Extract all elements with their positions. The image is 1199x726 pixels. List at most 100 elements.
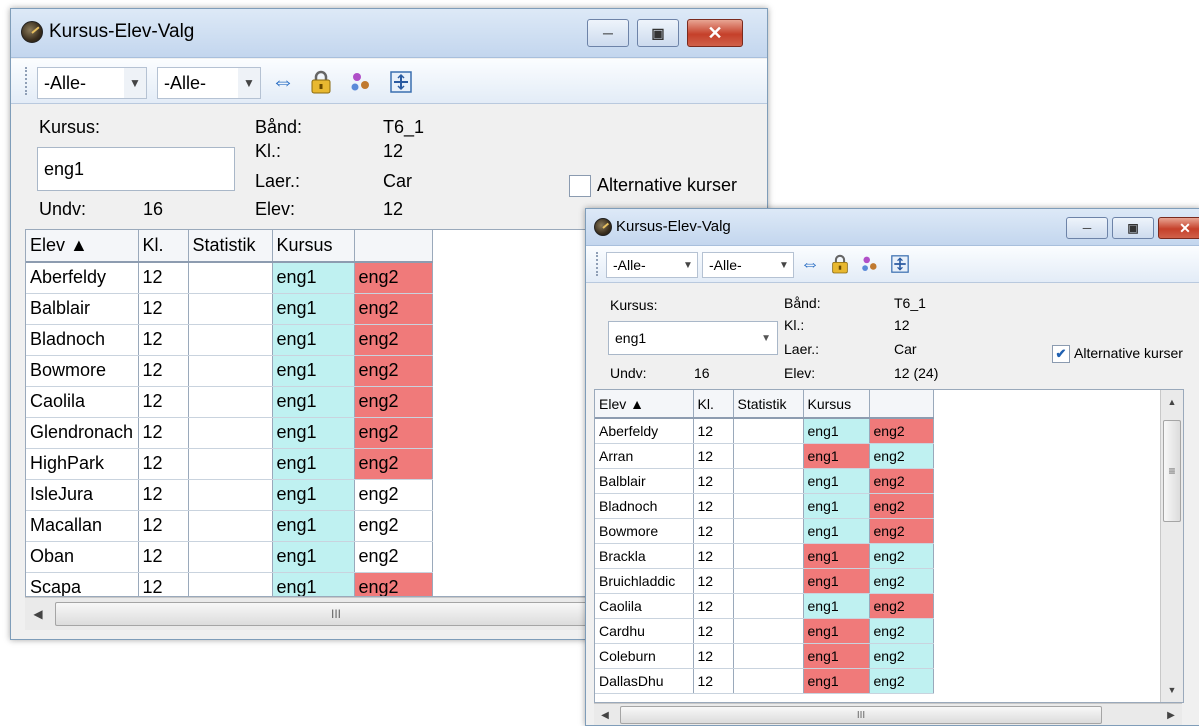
cell-kl[interactable]: 12: [693, 418, 734, 444]
cell-kl[interactable]: 12: [138, 572, 189, 596]
cell-elev[interactable]: Caolila: [26, 386, 139, 418]
cell-kursus[interactable]: eng1: [272, 417, 355, 449]
table-row[interactable]: Macallan 12 eng1 eng2: [26, 510, 433, 542]
table-row[interactable]: HighPark 12 eng1 eng2: [26, 448, 433, 480]
cell-kl[interactable]: 12: [138, 448, 189, 480]
cell-elev[interactable]: Bruichladdic: [595, 568, 694, 594]
table-row[interactable]: Oban 12 eng1 eng2: [26, 541, 433, 573]
cell-statistik[interactable]: [188, 262, 273, 294]
cell-kursus[interactable]: eng1: [272, 293, 355, 325]
table-row[interactable]: Brackla 12 eng1 eng2: [595, 543, 934, 569]
cell-alternative-kursus[interactable]: eng2: [869, 668, 934, 694]
cell-kursus[interactable]: eng1: [272, 355, 355, 387]
cell-elev[interactable]: Arran: [595, 443, 694, 469]
chevron-down-icon[interactable]: ▼: [124, 68, 146, 98]
column-header-alt[interactable]: [354, 230, 433, 263]
cell-elev[interactable]: Bladnoch: [26, 324, 139, 356]
cell-kursus[interactable]: eng1: [803, 618, 870, 644]
fit-grid-icon[interactable]: [387, 69, 415, 95]
cell-kl[interactable]: 12: [693, 468, 734, 494]
cell-statistik[interactable]: [733, 493, 804, 519]
table-row[interactable]: Bladnoch 12 eng1 eng2: [595, 493, 934, 519]
filter-combo-2[interactable]: -Alle- ▼: [157, 67, 261, 99]
cell-elev[interactable]: Balblair: [26, 293, 139, 325]
cell-alternative-kursus[interactable]: eng2: [869, 518, 934, 544]
table-row[interactable]: Bladnoch 12 eng1 eng2: [26, 324, 433, 356]
cell-kl[interactable]: 12: [693, 543, 734, 569]
cell-elev[interactable]: Scapa: [26, 572, 139, 596]
cell-elev[interactable]: Balblair: [595, 468, 694, 494]
cell-elev[interactable]: HighPark: [26, 448, 139, 480]
cell-alternative-kursus[interactable]: eng2: [869, 593, 934, 619]
cell-kursus[interactable]: eng1: [272, 510, 355, 542]
cell-statistik[interactable]: [188, 541, 273, 573]
table-row[interactable]: Bowmore 12 eng1 eng2: [26, 355, 433, 387]
cell-alternative-kursus[interactable]: eng2: [354, 355, 433, 387]
table-row[interactable]: Aberfeldy 12 eng1 eng2: [26, 262, 433, 294]
cell-kl[interactable]: 12: [693, 518, 734, 544]
column-header-elev[interactable]: Elev ▲: [26, 230, 139, 263]
table-row[interactable]: Balblair 12 eng1 eng2: [595, 468, 934, 494]
scroll-down-icon[interactable]: ▼: [1161, 678, 1183, 702]
cell-elev[interactable]: DallasDhu: [595, 668, 694, 694]
cell-statistik[interactable]: [733, 593, 804, 619]
cell-kl[interactable]: 12: [138, 479, 189, 511]
filter-combo-1[interactable]: -Alle- ▼: [606, 252, 698, 278]
chevron-down-icon[interactable]: ▼: [679, 253, 697, 277]
cell-statistik[interactable]: [733, 543, 804, 569]
fit-grid-icon[interactable]: [888, 252, 912, 276]
table-row[interactable]: Glendronach 12 eng1 eng2: [26, 417, 433, 449]
cell-kl[interactable]: 12: [693, 593, 734, 619]
cell-kl[interactable]: 12: [138, 355, 189, 387]
cell-statistik[interactable]: [733, 418, 804, 444]
alternative-kurser-checkbox[interactable]: ✔: [1052, 345, 1070, 363]
cell-elev[interactable]: Coleburn: [595, 643, 694, 669]
table-row[interactable]: Coleburn 12 eng1 eng2: [595, 643, 934, 669]
table-row[interactable]: Caolila 12 eng1 eng2: [595, 593, 934, 619]
table-row[interactable]: Arran 12 eng1 eng2: [595, 443, 934, 469]
cell-elev[interactable]: Bowmore: [595, 518, 694, 544]
cell-alternative-kursus[interactable]: eng2: [354, 510, 433, 542]
cell-statistik[interactable]: [188, 293, 273, 325]
column-header-alt[interactable]: [869, 390, 934, 419]
table-row[interactable]: IsleJura 12 eng1 eng2: [26, 479, 433, 511]
cell-alternative-kursus[interactable]: eng2: [869, 443, 934, 469]
cell-elev[interactable]: Oban: [26, 541, 139, 573]
cell-alternative-kursus[interactable]: eng2: [354, 262, 433, 294]
cell-kursus[interactable]: eng1: [803, 543, 870, 569]
cell-kl[interactable]: 12: [138, 541, 189, 573]
column-header-statistik[interactable]: Statistik: [733, 390, 804, 419]
cell-statistik[interactable]: [188, 510, 273, 542]
cell-kl[interactable]: 12: [693, 643, 734, 669]
lock-icon[interactable]: [828, 252, 852, 276]
cell-alternative-kursus[interactable]: eng2: [354, 293, 433, 325]
front-window-titlebar[interactable]: Kursus-Elev-Valg ─ ▣ ✕: [586, 209, 1199, 246]
cell-statistik[interactable]: [188, 417, 273, 449]
cell-alternative-kursus[interactable]: eng2: [869, 568, 934, 594]
column-header-kl[interactable]: Kl.: [138, 230, 189, 263]
cell-elev[interactable]: Aberfeldy: [595, 418, 694, 444]
cell-elev[interactable]: Caolila: [595, 593, 694, 619]
cell-kursus[interactable]: eng1: [272, 386, 355, 418]
column-header-kursus[interactable]: Kursus: [803, 390, 870, 419]
cell-alternative-kursus[interactable]: eng2: [869, 643, 934, 669]
cell-elev[interactable]: Glendronach: [26, 417, 139, 449]
scroll-right-icon[interactable]: ▶: [1160, 704, 1182, 725]
column-header-kl[interactable]: Kl.: [693, 390, 734, 419]
table-row[interactable]: Bruichladdic 12 eng1 eng2: [595, 568, 934, 594]
alternative-kurser-label[interactable]: Alternative kurser: [597, 175, 737, 196]
minimize-button[interactable]: ─: [1066, 217, 1108, 239]
cell-kl[interactable]: 12: [138, 262, 189, 294]
swap-arrows-icon[interactable]: ⇔: [269, 68, 297, 95]
cell-kl[interactable]: 12: [138, 510, 189, 542]
cell-kursus[interactable]: eng1: [803, 593, 870, 619]
table-row[interactable]: Aberfeldy 12 eng1 eng2: [595, 418, 934, 444]
cell-alternative-kursus[interactable]: eng2: [354, 541, 433, 573]
cell-kl[interactable]: 12: [693, 493, 734, 519]
chevron-down-icon[interactable]: ▼: [775, 253, 793, 277]
scroll-left-icon[interactable]: ◀: [594, 704, 616, 725]
scroll-up-icon[interactable]: ▲: [1161, 390, 1183, 414]
cell-alternative-kursus[interactable]: eng2: [869, 468, 934, 494]
cell-alternative-kursus[interactable]: eng2: [354, 448, 433, 480]
cell-alternative-kursus[interactable]: eng2: [869, 418, 934, 444]
